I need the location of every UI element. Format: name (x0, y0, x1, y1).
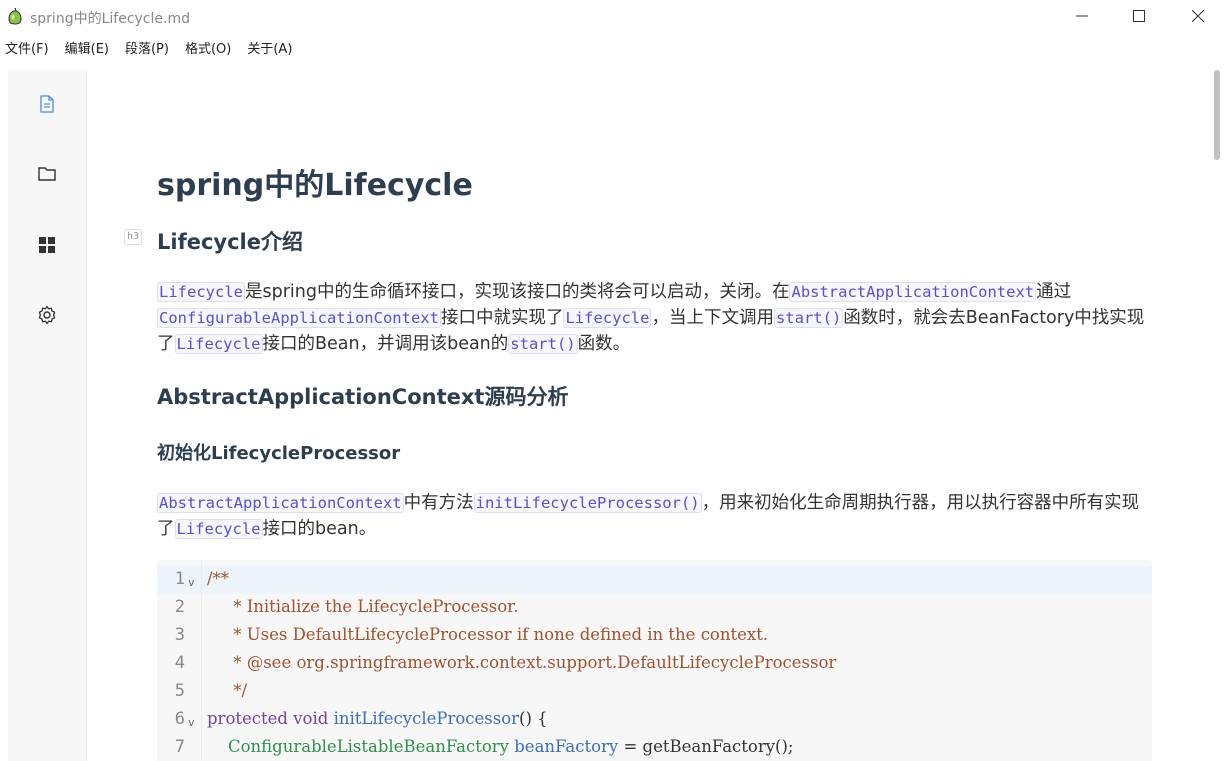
code-token: */ (207, 681, 248, 700)
line-number: 7 (174, 737, 185, 757)
folder-icon[interactable] (37, 164, 57, 184)
code-line: * @see org.springframework.context.suppo… (207, 653, 836, 672)
menu-paragraph[interactable]: 段落(P) (125, 36, 169, 60)
line-number: 4 (174, 653, 185, 673)
close-icon (1192, 10, 1204, 22)
paragraph-init-processor: AbstractApplicationContext 中有方法 initLifecy… (157, 490, 1152, 542)
paragraph-text: 中有方法 (403, 493, 474, 513)
menu-about[interactable]: 关于(A) (247, 36, 292, 60)
line-number: 5 (174, 681, 185, 701)
code-block[interactable]: 1v23456v7 /** * Initialize the Lifecycle… (157, 560, 1152, 761)
paragraph-text: ，当上下文调用 (651, 308, 774, 328)
code-line: /** (207, 569, 229, 588)
grid-icon[interactable] (37, 235, 57, 255)
document-icon[interactable] (37, 94, 57, 114)
fold-toggle-icon[interactable]: v (188, 576, 195, 589)
active-line-highlight (157, 566, 1152, 594)
paragraph-text: 函数。 (577, 334, 631, 354)
menu-format[interactable]: 格式(O) (185, 36, 231, 60)
window-title: spring中的Lifecycle.md (30, 11, 190, 27)
minimize-button[interactable] (1062, 4, 1102, 28)
inline-code: initLifecycleProcessor() (473, 493, 702, 513)
code-line: * Uses DefaultLifecycleProcessor if none… (207, 625, 768, 644)
paragraph-lifecycle-intro: Lifecycle 是spring中的生命循环接口，实现该接口的类将会可以启动，关… (157, 279, 1152, 357)
line-number: 1 (174, 569, 185, 589)
paragraph-text: 接口的bean。 (262, 519, 377, 539)
code-line: */ (207, 681, 247, 700)
editor-pane[interactable]: spring中的Lifecycle h3 Lifecycle介绍 Lifecyc… (88, 70, 1213, 761)
code-token: * Uses DefaultLifecycleProcessor if none… (207, 625, 769, 644)
inline-code: AbstractApplicationContext (157, 493, 404, 513)
close-button[interactable] (1178, 4, 1218, 28)
fold-toggle-icon[interactable]: v (188, 716, 195, 729)
code-token: = getBeanFactory(); (618, 737, 794, 756)
inline-code: AbstractApplicationContext (789, 282, 1037, 302)
line-number: 6 (174, 709, 185, 729)
app-icon (8, 7, 22, 25)
code-token: * Initialize the LifecycleProcessor. (207, 597, 519, 616)
vertical-scrollbar[interactable] (1213, 70, 1221, 761)
inline-code: Lifecycle (174, 334, 263, 354)
minimize-icon (1076, 15, 1088, 17)
line-number: 2 (174, 597, 185, 617)
code-token: * @see org.springframework.context.suppo… (207, 653, 837, 672)
code-line: * Initialize the LifecycleProcessor. (207, 597, 518, 616)
subheading-init-processor: 初始化LifecycleProcessor (157, 443, 401, 464)
code-token: ConfigurableListableBeanFactory (227, 737, 509, 756)
code-token: protected (207, 709, 288, 728)
title-bar: spring中的Lifecycle.md (0, 0, 1225, 34)
code-token: () { (519, 709, 548, 728)
section-heading-source-analysis: AbstractApplicationContext源码分析 (157, 385, 569, 409)
code-line: protected void initLifecycleProcessor() … (207, 709, 548, 728)
paragraph-text: 是spring中的生命循环接口，实现该接口的类将会可以启动，关闭。在 (245, 282, 790, 302)
code-line: ConfigurableListableBeanFactory beanFact… (207, 737, 794, 756)
menu-edit[interactable]: 编辑(E) (65, 36, 109, 60)
section-heading-lifecycle: Lifecycle介绍 (157, 230, 303, 254)
code-token: beanFactory (514, 737, 619, 756)
code-token: void (293, 709, 329, 728)
maximize-button[interactable] (1119, 4, 1159, 28)
line-number-gutter: 1v23456v7 (157, 560, 202, 761)
menu-bar: 文件(F) 编辑(E) 段落(P) 格式(O) 关于(A) (0, 36, 303, 60)
inline-code: Lifecycle (174, 519, 263, 539)
inline-code: start() (773, 308, 844, 328)
code-token: initLifecycleProcessor (333, 709, 520, 728)
gear-icon[interactable] (37, 305, 57, 325)
paragraph-text: 接口的Bean，并调用该bean的 (262, 334, 509, 354)
line-number: 3 (174, 625, 185, 645)
maximize-icon (1133, 10, 1145, 22)
paragraph-text: 接口中就实现了 (440, 308, 564, 328)
code-token: /** (207, 569, 230, 588)
page-title: spring中的Lifecycle (157, 168, 473, 203)
inline-code: start() (508, 334, 578, 354)
heading-level-badge: h3 (124, 229, 143, 245)
menu-file[interactable]: 文件(F) (5, 36, 49, 60)
inline-code: ConfigurableApplicationContext (157, 308, 441, 328)
inline-code: Lifecycle (157, 282, 245, 302)
inline-code: Lifecycle (563, 308, 652, 328)
scrollbar-thumb[interactable] (1214, 70, 1220, 160)
sidebar (8, 70, 87, 761)
paragraph-text: 通过 (1036, 282, 1072, 302)
